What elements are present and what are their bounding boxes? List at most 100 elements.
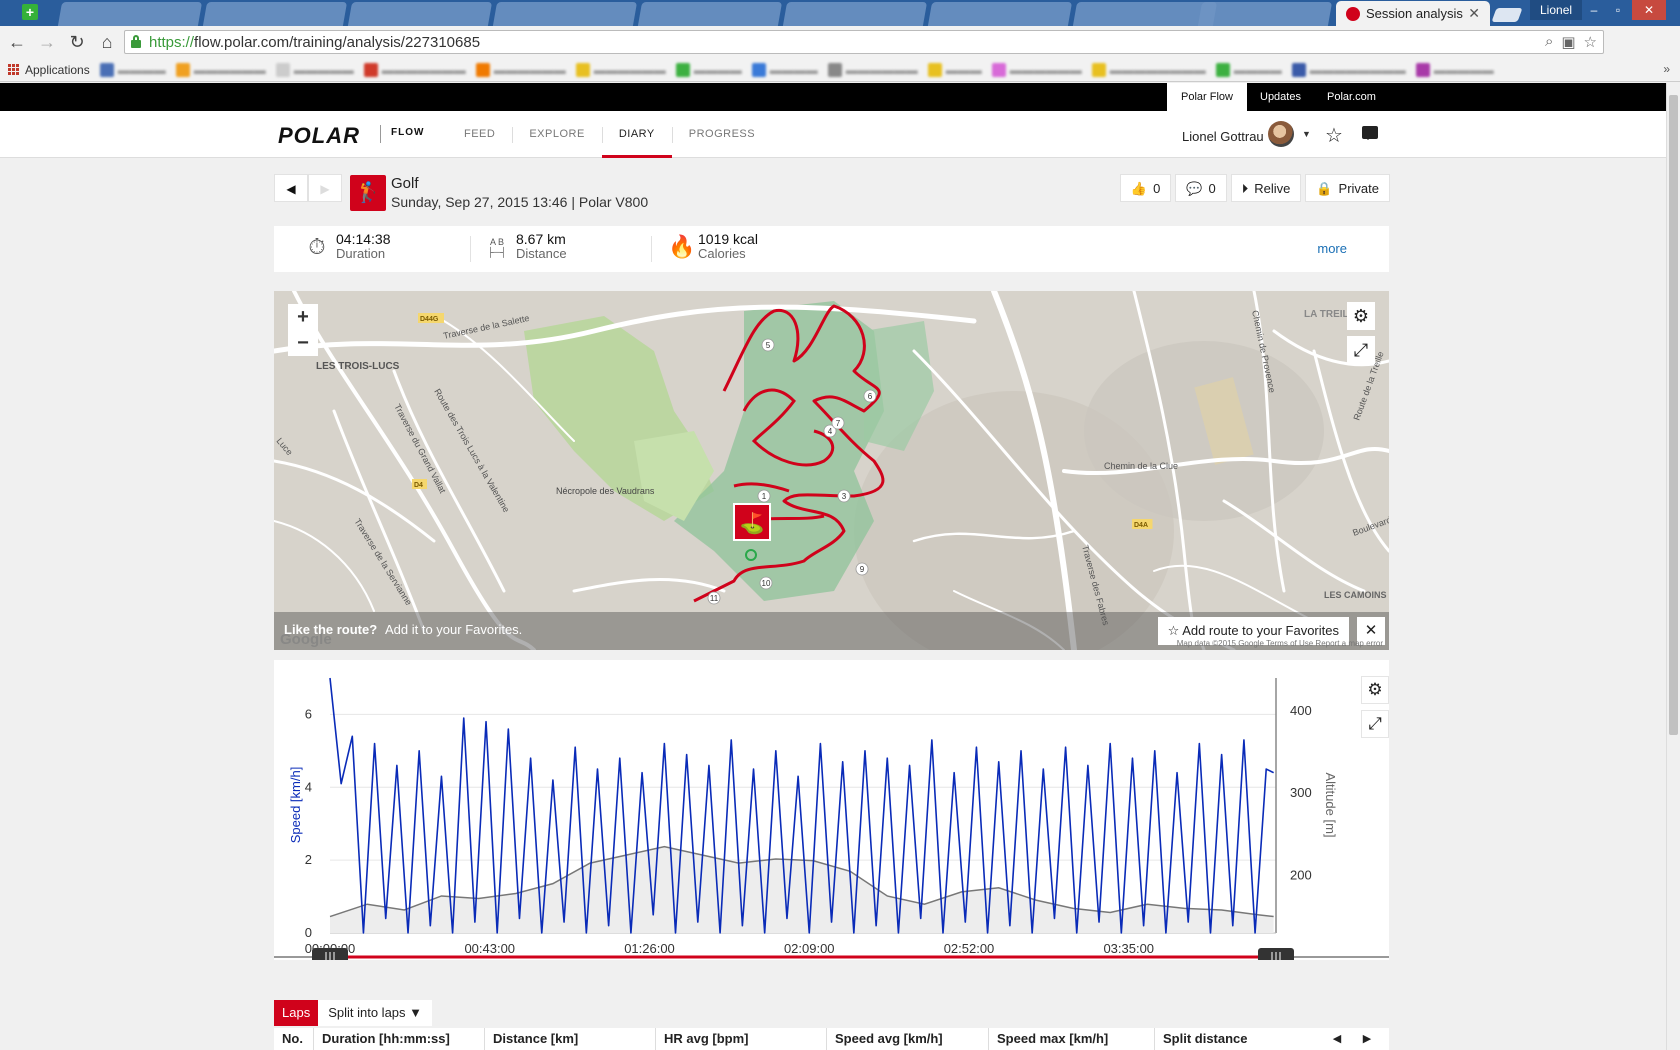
bookmark-star-icon[interactable]: ☆ [1584, 33, 1597, 51]
chart-canvas[interactable]: 024620030040000:00:0000:43:0001:26:0002:… [274, 660, 1389, 960]
chart-fullscreen-icon[interactable]: ⤢ [1361, 710, 1389, 738]
lap-marker-label: 10 [762, 579, 771, 588]
zoom-in-button[interactable]: + [288, 304, 318, 330]
previous-session-button[interactable]: ◀ [274, 174, 308, 202]
comment-button[interactable]: 💬 0 [1175, 174, 1227, 202]
back-icon[interactable]: ← [4, 32, 30, 53]
like-button[interactable]: 👍 0 [1119, 174, 1172, 202]
bookmark-item[interactable]: ▬▬▬▬ [675, 62, 742, 77]
main-nav: FEED EXPLORE DIARY PROGRESS [447, 111, 772, 158]
close-window-icon[interactable]: ✕ [1632, 0, 1666, 20]
calories-value: 1019 kcal [698, 231, 758, 247]
relive-button[interactable]: ⏵ Relive [1230, 174, 1302, 202]
bookmark-item[interactable]: ▬▬▬ [927, 62, 982, 77]
session-pager: ◀ ▶ [274, 174, 346, 202]
map-canvas[interactable]: 1 3 4 5 6 7 9 10 11 LES TROIS-LUCS Nécropole des … [274, 291, 1389, 650]
speed-altitude-chart[interactable]: 024620030040000:00:0000:43:0001:26:0002:… [274, 660, 1389, 960]
col-duration[interactable]: Duration [hh:mm:ss] [314, 1028, 485, 1050]
next-session-button[interactable]: ▶ [308, 174, 342, 202]
nav-explore[interactable]: EXPLORE [512, 111, 601, 158]
browser-tab[interactable] [57, 2, 203, 26]
map-attribution[interactable]: Map data ©2015 Google Terms of Use Repor… [1177, 639, 1383, 648]
privacy-button[interactable]: 🔒 Private [1305, 174, 1390, 202]
page-scrollbar[interactable] [1666, 83, 1680, 1050]
reload-icon[interactable]: ↻ [64, 32, 90, 53]
new-window-icon[interactable]: + [22, 4, 38, 20]
nav-progress[interactable]: PROGRESS [671, 111, 772, 158]
close-tab-icon[interactable]: ✕ [1468, 5, 1480, 22]
bookmark-item[interactable]: ▬▬▬▬▬▬ [175, 62, 266, 77]
map-label: LES TROIS-LUCS [316, 361, 400, 372]
zoom-out-button[interactable]: − [288, 330, 318, 356]
browser-tab[interactable] [1197, 2, 1333, 26]
y2-tick-label: 200 [1290, 867, 1312, 882]
minimize-icon[interactable]: – [1583, 0, 1605, 20]
topnav-polar-com[interactable]: Polar.com [1313, 83, 1390, 111]
image-icon[interactable]: ▣ [1561, 33, 1575, 51]
favorites-star-icon[interactable]: ☆ [1325, 123, 1343, 148]
bookmark-item[interactable]: ▬▬▬▬ [99, 62, 166, 77]
bookmark-item[interactable]: ▬▬▬▬ [751, 62, 818, 77]
col-speed-avg[interactable]: Speed avg [km/h] [827, 1028, 989, 1050]
col-speed-max[interactable]: Speed max [km/h] [989, 1028, 1155, 1050]
bookmark-item[interactable]: ▬▬▬▬▬▬ [991, 62, 1082, 77]
bookmark-item[interactable]: ▬▬▬▬▬▬▬▬ [1091, 62, 1206, 77]
chevron-down-icon[interactable]: ▼ [1302, 129, 1311, 139]
address-bar[interactable]: https:// flow.polar.com/training/analysi… [124, 30, 1604, 54]
browser-tab-active[interactable]: Session analysis ✕ [1336, 1, 1490, 26]
golf-marker-glyph: ⛳ [740, 511, 765, 535]
bookmark-item[interactable]: ▬▬▬▬▬▬ [827, 62, 918, 77]
maximize-icon[interactable]: ▫ [1607, 0, 1629, 20]
scrollbar-thumb[interactable] [1669, 95, 1678, 735]
user-name[interactable]: Lionel Gottrau [1182, 129, 1264, 144]
chart-settings-gear-icon[interactable]: ⚙ [1361, 676, 1389, 704]
forward-icon[interactable]: → [34, 32, 60, 53]
bookmark-item[interactable]: ▬▬▬▬▬ [1415, 62, 1494, 77]
col-no[interactable]: No. [274, 1028, 314, 1050]
map-label: D44G [420, 316, 439, 323]
new-tab-button[interactable] [1491, 8, 1523, 22]
bookmark-item[interactable]: ▬▬▬▬▬▬ [575, 62, 666, 77]
bookmark-item[interactable]: ▬▬▬▬▬▬ [475, 62, 566, 77]
browser-profile-button[interactable]: Lionel [1530, 0, 1583, 20]
apps-grid-icon[interactable] [8, 64, 19, 75]
browser-tab[interactable] [637, 2, 783, 26]
bookmarks-overflow-icon[interactable]: » [1663, 62, 1670, 76]
table-scroll-right-icon[interactable]: ▶ [1353, 1028, 1381, 1050]
browser-tab[interactable] [1072, 2, 1218, 26]
route-map[interactable]: 1 3 4 5 6 7 9 10 11 LES TROIS-LUCS Nécropole des … [274, 291, 1389, 650]
y2-tick-label: 400 [1290, 703, 1312, 718]
col-hr-avg[interactable]: HR avg [bpm] [656, 1028, 827, 1050]
lap-marker-label: 11 [710, 594, 719, 603]
table-scroll-left-icon[interactable]: ◀ [1323, 1028, 1351, 1050]
messages-icon[interactable] [1362, 126, 1378, 140]
bookmark-item[interactable]: ▬▬▬▬▬▬▬ [363, 62, 466, 77]
browser-tab[interactable] [927, 2, 1073, 26]
col-distance[interactable]: Distance [km] [485, 1028, 656, 1050]
like-count: 0 [1153, 180, 1161, 196]
browser-tab[interactable] [492, 2, 638, 26]
browser-tab[interactable] [782, 2, 928, 26]
home-icon[interactable]: ⌂ [94, 32, 120, 53]
laps-table-header: No. Duration [hh:mm:ss] Distance [km] HR… [274, 1028, 1389, 1050]
distance-icon: A B ├─┤ [487, 236, 507, 257]
polar-logo[interactable]: POLAR [278, 123, 360, 149]
bookmark-item[interactable]: ▬▬▬▬ [1215, 62, 1282, 77]
bookmark-item[interactable]: ▬▬▬▬▬ [275, 62, 354, 77]
col-split-distance[interactable]: Split distance [1155, 1028, 1295, 1050]
browser-tab[interactable] [202, 2, 348, 26]
topnav-polar-flow[interactable]: Polar Flow [1167, 83, 1247, 111]
bookmark-applications[interactable]: Applications [25, 63, 90, 77]
map-fullscreen-icon[interactable]: ⤢ [1347, 336, 1375, 364]
split-into-laps-dropdown[interactable]: Split into laps ▼ [318, 1000, 433, 1026]
nav-diary[interactable]: DIARY [601, 111, 672, 158]
bookmark-item[interactable]: ▬▬▬▬▬▬▬▬ [1291, 62, 1406, 77]
nav-feed[interactable]: FEED [447, 111, 512, 158]
browser-tab[interactable] [347, 2, 493, 26]
map-settings-gear-icon[interactable]: ⚙ [1347, 302, 1375, 330]
avatar[interactable] [1268, 121, 1294, 147]
topnav-updates[interactable]: Updates [1246, 83, 1315, 111]
laps-tab[interactable]: Laps [274, 1000, 319, 1026]
more-link[interactable]: more [1317, 241, 1347, 256]
search-icon[interactable]: ⌕ [1545, 33, 1553, 51]
